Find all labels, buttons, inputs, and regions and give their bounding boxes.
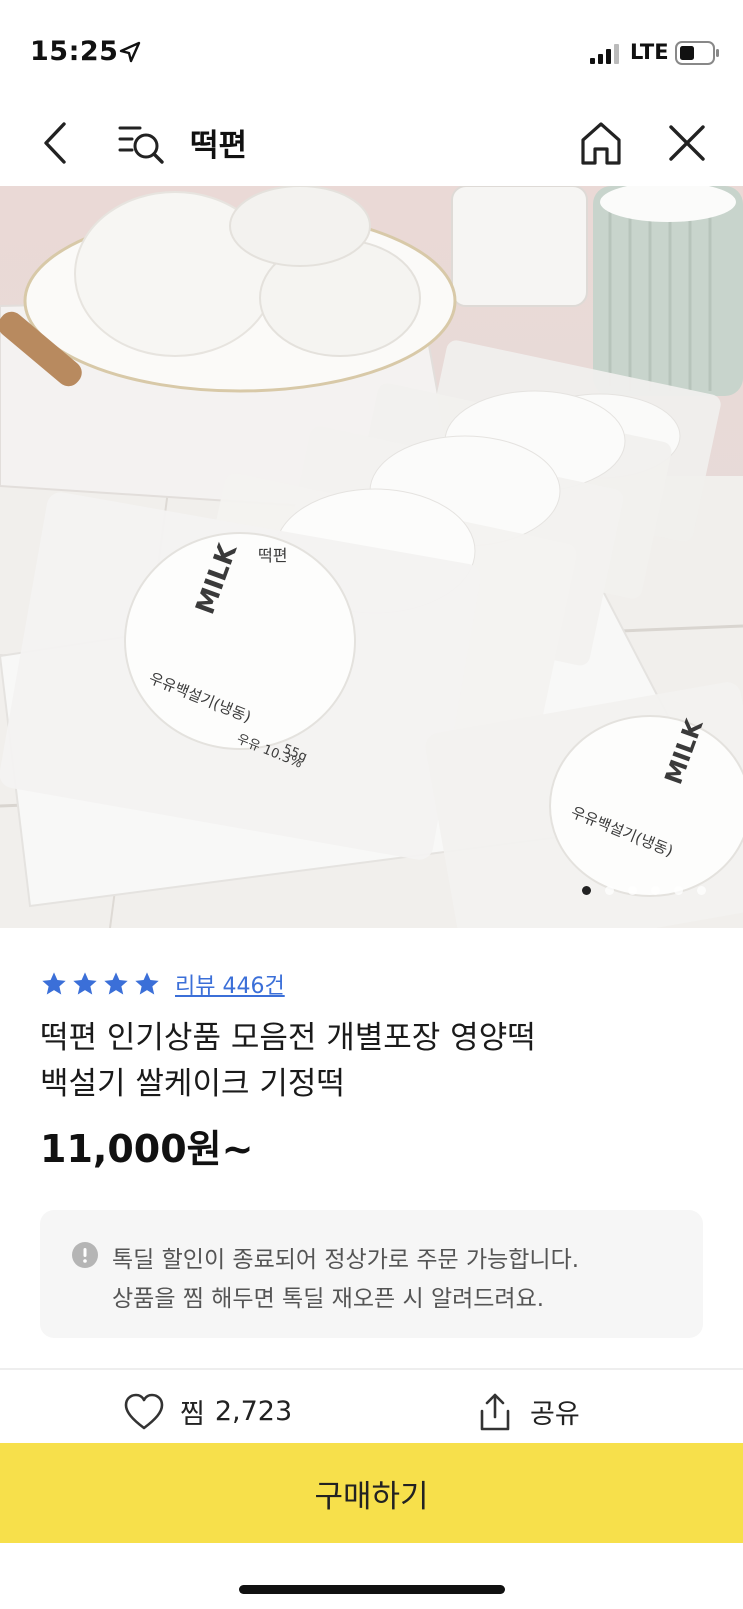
close-icon[interactable] [668, 124, 706, 162]
action-row: 찜 2,723 공유 [0, 1384, 743, 1440]
rating-row: 리뷰 446건 [40, 968, 285, 1000]
wishlist-label: 찜 [180, 1399, 205, 1430]
carousel-dot[interactable] [605, 886, 614, 895]
star-icon [73, 972, 97, 995]
rating-stars [40, 970, 161, 998]
network-type: LTE [630, 40, 669, 64]
back-icon[interactable] [38, 120, 74, 166]
notice-line2: 상품을 찜 해두면 톡딜 재오픈 시 알려드려요. [112, 1286, 545, 1312]
battery-icon [675, 41, 719, 65]
carousel-dot-active[interactable] [582, 886, 591, 895]
search-list-icon[interactable] [118, 122, 166, 166]
home-icon[interactable] [580, 120, 622, 166]
carousel-dot[interactable] [628, 886, 637, 895]
buy-button-label: 구매하기 [314, 1478, 429, 1515]
cell-signal-icon [590, 44, 619, 64]
notice-line1: 톡딜 할인이 종료되어 정상가로 주문 가능합니다. [112, 1247, 580, 1273]
buy-button[interactable]: 구매하기 [0, 1443, 743, 1543]
star-icon [104, 972, 128, 995]
page-title: 떡편 [190, 128, 248, 164]
share-label: 공유 [530, 1399, 580, 1430]
carousel-dot[interactable] [651, 886, 660, 895]
status-time: 15:25 [30, 36, 119, 67]
review-count-link[interactable]: 리뷰 446건 [175, 968, 285, 1000]
product-title-line1: 떡편 인기상품 모음전 개별포장 영양떡 [40, 1020, 536, 1056]
location-arrow-icon [119, 41, 141, 63]
carousel-indicator[interactable] [582, 886, 706, 895]
product-title-line2: 백설기 쌀케이크 기정떡 [40, 1066, 345, 1102]
product-image[interactable]: MILK 떡편 우유백설기(냉동) 55g 우유 10.3% MILK 우유백설… [0, 186, 743, 928]
product-photo-illustration: MILK 떡편 우유백설기(냉동) 55g 우유 10.3% MILK 우유백설… [0, 186, 743, 928]
carousel-dot[interactable] [697, 886, 706, 895]
product-title: 떡편 인기상품 모음전 개별포장 영양떡 백설기 쌀케이크 기정떡 [40, 1015, 680, 1107]
wishlist-button[interactable]: 찜 2,723 [124, 1392, 292, 1431]
info-icon [72, 1242, 98, 1268]
svg-text:떡편: 떡편 [258, 546, 287, 565]
product-price: 11,000원~ [40, 1127, 254, 1171]
carousel-dot[interactable] [674, 886, 683, 895]
share-button[interactable]: 공유 [478, 1392, 580, 1431]
status-bar: 15:25 LTE [0, 0, 743, 100]
deal-ended-notice: 톡딜 할인이 종료되어 정상가로 주문 가능합니다. 상품을 찜 해두면 톡딜 … [40, 1210, 703, 1338]
top-nav: 떡편 [0, 100, 743, 186]
heart-icon [124, 1393, 164, 1429]
share-icon [480, 1393, 510, 1430]
star-icon [135, 972, 159, 995]
star-icon [42, 972, 66, 995]
home-indicator[interactable] [239, 1585, 505, 1594]
section-divider [0, 1368, 743, 1370]
wishlist-count: 2,723 [214, 1396, 293, 1427]
